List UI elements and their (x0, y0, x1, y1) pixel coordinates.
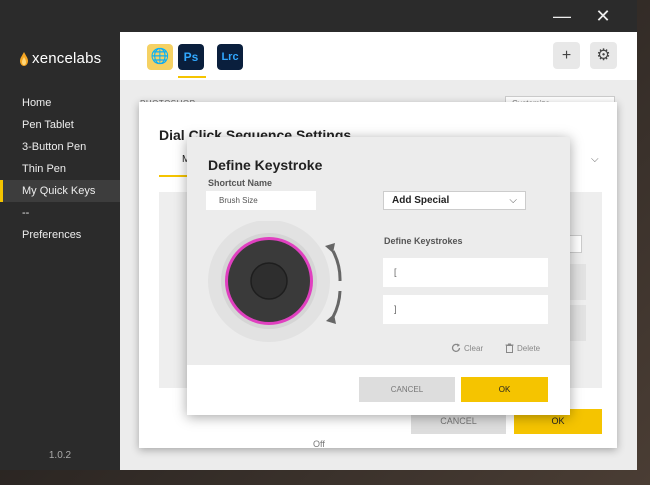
sidebar-item-thin-pen[interactable]: Thin Pen (0, 158, 120, 180)
sidebar-item-pen-tablet[interactable]: Pen Tablet (0, 114, 120, 136)
logo-text: xencelabs (32, 50, 102, 67)
define-keystrokes-label: Define Keystrokes (384, 236, 463, 246)
keystroke-field[interactable]: ] (383, 295, 548, 324)
dial-illustration (208, 221, 342, 342)
chevron-down-icon[interactable]: ⌵ (591, 154, 599, 165)
shortcut-name-input[interactable] (206, 191, 316, 210)
text-field[interactable] (569, 235, 582, 253)
keystroke-field[interactable] (570, 305, 586, 341)
dialog-title: Define Keystroke (208, 157, 323, 173)
sidebar-item-3-button-pen[interactable]: 3-Button Pen (0, 136, 120, 158)
delete-label: Delete (517, 343, 541, 353)
globe-icon[interactable]: 🌐 (147, 44, 173, 70)
title-bar: — ✕ (0, 0, 637, 32)
tab-photoshop[interactable]: Ps (178, 44, 204, 70)
flame-logo-icon (20, 51, 28, 66)
add-special-dropdown[interactable]: Add Special ⌵ (383, 191, 526, 210)
add-button[interactable]: + (553, 42, 580, 69)
clear-label: Clear (464, 343, 484, 353)
sidebar-item-preferences[interactable]: Preferences (0, 224, 120, 246)
gear-icon[interactable]: ⚙ (590, 42, 617, 69)
logo: xencelabs (20, 50, 101, 67)
refresh-icon (451, 343, 461, 352)
cancel-button[interactable]: CANCEL (359, 377, 455, 402)
tab-lightroom-classic[interactable]: Lrc (217, 44, 243, 70)
active-tab-indicator (159, 175, 187, 177)
keystroke-field[interactable]: [ (383, 258, 548, 287)
dialog-content: Define Keystroke Shortcut Name Add Speci… (187, 137, 570, 365)
define-keystroke-dialog: Define Keystroke Shortcut Name Add Speci… (187, 137, 570, 415)
trash-icon (505, 343, 514, 353)
ok-button[interactable]: OK (461, 377, 548, 402)
sidebar-item-home[interactable]: Home (0, 92, 120, 114)
shortcut-name-label: Shortcut Name (208, 178, 273, 188)
sidebar-item-separator: -- (22, 207, 30, 219)
body-text-fragment: Off (313, 439, 325, 449)
keystroke-field[interactable] (570, 264, 586, 300)
active-tab-indicator (178, 76, 206, 78)
sidebar-nav: Home Pen Tablet 3-Button Pen Thin Pen My… (0, 92, 120, 246)
version-label: 1.0.2 (48, 450, 72, 461)
clear-button[interactable]: Clear (451, 343, 483, 353)
minimize-button[interactable]: — (548, 6, 576, 26)
chevron-down-icon: ⌵ (509, 195, 517, 206)
app-toolbar: 🌐 Ps Lrc + ⚙ (120, 32, 637, 80)
close-button[interactable]: ✕ (589, 6, 617, 26)
delete-button[interactable]: Delete (505, 343, 540, 353)
sidebar: xencelabs Home Pen Tablet 3-Button Pen T… (0, 32, 120, 470)
add-special-label: Add Special (392, 195, 450, 206)
sidebar-item-my-quick-keys[interactable]: My Quick Keys (0, 180, 120, 202)
